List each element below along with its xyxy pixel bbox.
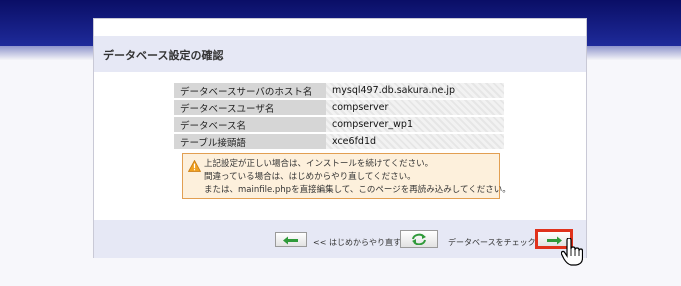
db-settings-table: データベースサーバのホスト名 mysql497.db.sakura.ne.jp … [174,81,504,151]
hand-pointer-icon [560,237,584,270]
warning-icon [187,157,202,176]
warning-line: 上記設定が正しい場合は、インストールを続けてください。 [204,159,434,169]
arrow-right-icon [546,230,562,249]
warning-box: 上記設定が正しい場合は、インストールを続けてください。 間違っている場合は、はじ… [182,153,511,199]
reload-icon [410,230,428,249]
row-value: xce6fd1d [326,134,504,149]
row-label: データベース名 [174,117,326,132]
warning-line: または、mainfile.phpを直接編集して、このページを再読み込みしてくださ… [204,185,511,195]
row-label: データベースサーバのホスト名 [174,83,326,98]
row-value: compserver [326,100,504,115]
reload-button[interactable] [400,230,438,248]
page-title: データベース設定の確認 [103,49,224,62]
confirm-panel: データベース設定の確認 データベースサーバのホスト名 mysql497.db.s… [93,18,587,258]
row-value: compserver_wp1 [326,117,504,132]
back-button[interactable] [275,232,307,247]
table-row: テーブル接頭語 xce6fd1d [174,134,504,149]
row-value: mysql497.db.sakura.ne.jp [326,83,504,98]
table-row: データベースサーバのホスト名 mysql497.db.sakura.ne.jp [174,83,504,98]
table-row: データベースユーザ名 compserver [174,100,504,115]
arrow-left-icon [283,230,299,249]
row-label: テーブル接頭語 [174,134,326,149]
table-row: データベース名 compserver_wp1 [174,117,504,132]
warning-line: 間違っている場合は、はじめからやり直してください。 [204,172,416,182]
restart-link[interactable]: << はじめからやり直す [313,237,401,248]
row-label: データベースユーザ名 [174,100,326,115]
